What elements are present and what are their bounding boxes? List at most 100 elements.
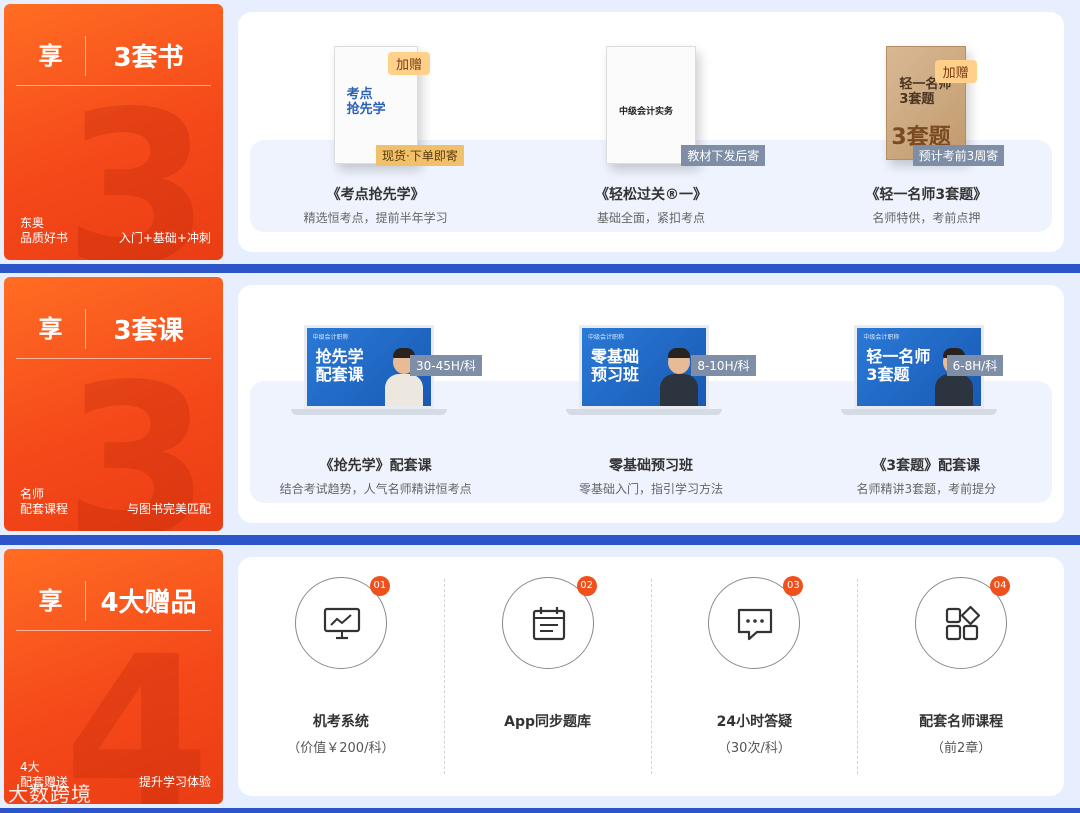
course-screen-line: 预习班 <box>590 365 639 384</box>
gift-title: App同步题库 <box>504 714 592 730</box>
book-title: 《轻松过关®一》 <box>594 187 707 203</box>
enjoy-label: 享 <box>16 35 86 76</box>
courses-note-left-line: 配套课程 <box>20 502 69 516</box>
books-note-right: 入门+基础+冲刺 <box>118 231 211 245</box>
course-screen-line: 抢先学 <box>315 347 364 366</box>
shipping-note: 现货·下单即寄 <box>376 145 464 166</box>
gift-icon-circle: 04 <box>915 576 1011 669</box>
books-panel: 考点 抢先学 加赠 现货·下单即寄 《考点抢先学》 精选恒考点，提前半年学习 中… <box>238 12 1064 252</box>
course-screen: 中级会计职称 零基础 预习班 <box>578 325 709 409</box>
gifts-header-row: 享 4大赠品 <box>16 571 211 631</box>
shipping-note: 预计考前3周寄 <box>912 145 1005 166</box>
enjoy-label: 享 <box>16 580 86 621</box>
book-cover-line: 3套题 <box>899 92 935 107</box>
laptop-thumbnail: 中级会计职称 零基础 预习班 <box>565 325 722 415</box>
gift-icon-circle: 03 <box>708 576 804 669</box>
book-desc: 名师特供，考前点押 <box>872 211 981 225</box>
book-desc: 基础全面，紧扣考点 <box>596 211 705 225</box>
course-screen-title: 零基础 预习班 <box>591 348 639 384</box>
courses-side-card: 3 享 3套课 名师 配套课程 与图书完美匹配 <box>4 277 223 531</box>
books-note-left: 东奥 品质好书 <box>20 216 68 246</box>
book-item[interactable]: 轻一名师 3套题 3套题 加赠 预计考前3周寄 《轻一名师3套题》 名师特供，考… <box>789 12 1064 252</box>
books-section: 3 享 3套书 东奥 品质好书 入门+基础+冲刺 考点 抢先学 加赠 现货·下单… <box>0 0 1080 264</box>
gift-title: 机考系统 <box>312 714 369 730</box>
books-note-left-line: 东奥 <box>20 216 45 230</box>
laptop-base <box>565 409 722 415</box>
book-item[interactable]: 考点 抢先学 加赠 现货·下单即寄 《考点抢先学》 精选恒考点，提前半年学习 <box>238 12 513 252</box>
course-desc: 名师精讲3套题，考前提分 <box>856 482 997 496</box>
gift-number-badge: 02 <box>576 576 597 596</box>
course-item[interactable]: 中级会计职称 抢先学 配套课 30-45H/科 《抢先学》配套课 结合考试趋势，… <box>238 285 513 523</box>
watermark: 大数跨境 <box>8 782 92 806</box>
gifts-subtitle: 4大赠品 <box>100 588 197 618</box>
teacher-suit <box>659 374 698 406</box>
enjoy-label: 享 <box>16 308 86 349</box>
shipping-note: 教材下发后寄 <box>681 145 766 166</box>
chat-bubble-icon <box>738 608 773 641</box>
book-item[interactable]: 中级会计实务 教材下发后寄 《轻松过关®一》 基础全面，紧扣考点 <box>513 12 788 252</box>
laptop-base <box>841 409 998 415</box>
course-item[interactable]: 中级会计职称 轻一名师 3套题 6-8H/科 《3套题》配套课 名师精讲3套题，… <box>789 285 1064 523</box>
book-cover-title: 中级会计实务 <box>618 107 673 117</box>
gift-tag: 加赠 <box>934 60 977 83</box>
teacher-hair <box>667 348 690 358</box>
course-hours: 8-10H/科 <box>691 355 756 376</box>
teacher-suit <box>384 374 423 406</box>
gifts-side-card: 4 享 4大赠品 4大 配套赠送 提升学习体验 <box>4 549 223 804</box>
gift-number-badge: 03 <box>783 576 804 596</box>
gift-title: 配套名师课程 <box>919 714 1004 730</box>
course-hours: 30-45H/科 <box>410 355 482 376</box>
course-brand: 中级会计职称 <box>312 334 349 341</box>
courses-note-left-line: 名师 <box>20 487 45 501</box>
gifts-panel: 01 机考系统 （价值￥200/科） 02 App同步题库 03 24小时答疑 … <box>238 557 1064 796</box>
books-side-card: 3 享 3套书 东奥 品质好书 入门+基础+冲刺 <box>4 4 223 260</box>
course-item[interactable]: 中级会计职称 零基础 预习班 8-10H/科 零基础预习班 零基础入门，指引学习… <box>513 285 788 523</box>
courses-subtitle: 3套课 <box>113 316 184 346</box>
book-cover-line: 抢先学 <box>346 102 386 117</box>
calendar-icon <box>532 607 565 641</box>
gift-icon-circle: 02 <box>501 576 597 669</box>
gift-number-badge: 04 <box>990 576 1011 596</box>
books-header-row: 享 3套书 <box>16 26 211 86</box>
courses-section: 3 享 3套课 名师 配套课程 与图书完美匹配 中级会计职称 抢先学 配套课 3… <box>0 273 1080 535</box>
gifts-note-left-line: 4大 <box>20 760 40 774</box>
course-brand: 中级会计职称 <box>587 334 624 341</box>
gifts-section: 4 享 4大赠品 4大 配套赠送 提升学习体验 01 机考系统 （价值￥200/… <box>0 545 1080 808</box>
course-desc: 结合考试趋势，人气名师精讲恒考点 <box>279 482 472 496</box>
course-screen-line: 配套课 <box>315 365 364 384</box>
course-brand: 中级会计职称 <box>863 334 900 341</box>
gift-icon-circle: 01 <box>294 576 390 669</box>
gift-item[interactable]: 02 App同步题库 <box>445 576 652 774</box>
monitor-chart-icon <box>323 607 360 640</box>
course-screen-title: 抢先学 配套课 <box>316 348 364 384</box>
gift-item[interactable]: 01 机考系统 （价值￥200/科） <box>238 576 445 774</box>
course-screen-line: 3套题 <box>866 365 910 384</box>
courses-panel: 中级会计职称 抢先学 配套课 30-45H/科 《抢先学》配套课 结合考试趋势，… <box>238 285 1064 523</box>
gift-desc: （前2章） <box>930 741 992 756</box>
gift-item[interactable]: 03 24小时答疑 （30次/科） <box>652 576 859 774</box>
course-title: 《抢先学》配套课 <box>319 458 432 474</box>
book-title: 《考点抢先学》 <box>326 187 425 203</box>
course-desc: 零基础入门，指引学习方法 <box>578 482 723 496</box>
course-hours: 6-8H/科 <box>946 355 1004 376</box>
course-screen-line: 零基础 <box>590 347 639 366</box>
book-desc: 精选恒考点，提前半年学习 <box>303 211 448 225</box>
laptop-base <box>290 409 447 415</box>
courses-note-left: 名师 配套课程 <box>20 487 68 517</box>
teacher-suit <box>935 374 974 406</box>
gift-desc: （价值￥200/科） <box>287 741 395 756</box>
gift-title: 24小时答疑 <box>716 714 793 730</box>
books-subtitle: 3套书 <box>113 43 184 73</box>
gift-number-badge: 01 <box>369 576 390 596</box>
gifts-note-right: 提升学习体验 <box>138 775 211 789</box>
book-cover-line: 考点 <box>346 87 373 102</box>
apps-grid-icon <box>946 605 981 641</box>
gift-tag: 加赠 <box>388 52 431 75</box>
gift-item[interactable]: 04 配套名师课程 （前2章） <box>858 576 1064 774</box>
course-title: 零基础预习班 <box>608 458 693 474</box>
course-screen-line: 轻一名师 <box>866 347 931 366</box>
course-screen-title: 轻一名师 3套题 <box>866 348 930 384</box>
courses-header-row: 享 3套课 <box>16 299 211 359</box>
gift-desc: （30次/科） <box>717 741 791 756</box>
course-title: 《3套题》配套课 <box>872 458 981 474</box>
